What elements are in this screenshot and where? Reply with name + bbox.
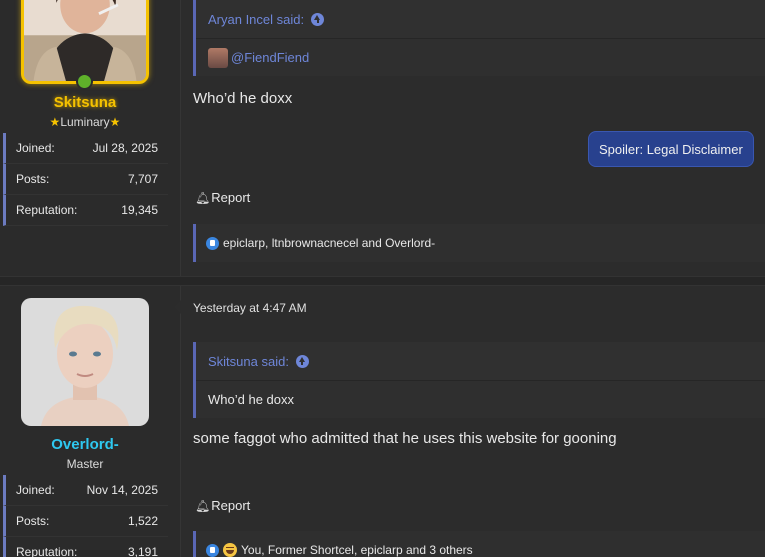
jump-to-quote-icon[interactable] [295, 354, 309, 368]
star-icon: ★ [109, 115, 121, 129]
reactions-text[interactable]: You, Former Shortcel, epiclarp and 3 oth… [241, 543, 473, 557]
quote-header[interactable]: Aryan Incel said: [196, 0, 765, 38]
message-content: Yesterday at 4:47 AM Skitsuna said: Who’… [174, 286, 765, 557]
report-link[interactable]: 🔔︎ Report [195, 190, 250, 205]
quote-block: Aryan Incel said: @FiendFiend [193, 0, 765, 76]
stat-label: Joined: [16, 483, 55, 497]
laugh-reaction-icon [223, 543, 237, 557]
bell-icon: 🔔︎ [195, 190, 211, 205]
avatar[interactable] [21, 298, 149, 426]
user-info-panel: Skitsuna ★Luminary★ Joined: Jul 28, 2025… [0, 0, 181, 276]
message-text: Who’d he doxx [193, 90, 293, 107]
quote-header[interactable]: Skitsuna said: [196, 342, 765, 380]
stat-reputation: Reputation: 19,345 [3, 195, 168, 226]
post-separator [0, 276, 765, 286]
star-icon: ★ [49, 115, 61, 129]
stat-posts: Posts: 7,707 [3, 164, 168, 195]
user-stats: Joined: Nov 14, 2025 Posts: 1,522 Reputa… [3, 475, 168, 557]
bell-icon: 🔔︎ [195, 498, 211, 513]
post-overlord: Overlord- Master Joined: Nov 14, 2025 Po… [0, 286, 765, 557]
quote-block: Skitsuna said: Who’d he doxx [193, 342, 765, 418]
user-info-panel: Overlord- Master Joined: Nov 14, 2025 Po… [0, 286, 181, 557]
username[interactable]: Overlord- [0, 436, 170, 453]
stat-value: 19,345 [121, 203, 158, 217]
message-content: Aryan Incel said: @FiendFiend Who’d he d… [181, 0, 765, 276]
stat-label: Posts: [16, 514, 50, 528]
spoiler-button[interactable]: Spoiler: Legal Disclaimer [588, 131, 754, 167]
stat-reputation: Reputation: 3,191 [3, 537, 168, 557]
like-reaction-icon [206, 236, 219, 250]
post-skitsuna: Skitsuna ★Luminary★ Joined: Jul 28, 2025… [0, 0, 765, 276]
avatar[interactable] [21, 0, 149, 84]
report-label[interactable]: Report [211, 190, 250, 205]
report-link[interactable]: 🔔︎ Report [195, 498, 250, 513]
stat-value: 1,522 [127, 514, 158, 528]
user-mention-link[interactable]: @FiendFiend [231, 50, 309, 65]
user-title-text: Luminary [60, 115, 110, 129]
stat-label: Reputation: [16, 203, 78, 217]
like-reaction-icon [206, 543, 219, 557]
avatar-image [21, 298, 149, 426]
stat-joined: Joined: Jul 28, 2025 [3, 133, 168, 164]
reactions-bar[interactable]: You, Former Shortcel, epiclarp and 3 oth… [193, 531, 765, 557]
stat-posts: Posts: 1,522 [3, 506, 168, 537]
stat-value: 7,707 [127, 172, 158, 186]
quote-content: Who’d he doxx [196, 380, 765, 418]
quote-author[interactable]: Aryan Incel said: [208, 12, 304, 27]
post-timestamp[interactable]: Yesterday at 4:47 AM [193, 301, 307, 315]
mention-avatar [208, 47, 228, 68]
stat-label: Joined: [16, 141, 55, 155]
user-title: Master [66, 457, 104, 471]
avatar-image [24, 0, 146, 81]
stat-label: Posts: [16, 172, 50, 186]
stat-value: Nov 14, 2025 [86, 483, 158, 497]
quote-author[interactable]: Skitsuna said: [208, 354, 289, 369]
stat-joined: Joined: Nov 14, 2025 [3, 475, 168, 506]
report-label[interactable]: Report [211, 498, 250, 513]
user-title: ★Luminary★ [0, 115, 170, 129]
reactions-text[interactable]: epiclarp, ltnbrownacnecel and Overlord- [223, 236, 435, 250]
reactions-bar[interactable]: epiclarp, ltnbrownacnecel and Overlord- [193, 224, 765, 262]
stat-label: Reputation: [16, 545, 78, 557]
message-text: some faggot who admitted that he uses th… [193, 430, 617, 447]
stat-value: Jul 28, 2025 [92, 141, 158, 155]
username[interactable]: Skitsuna [0, 94, 170, 111]
stat-value: 3,191 [127, 545, 158, 557]
jump-to-quote-icon[interactable] [311, 12, 325, 26]
user-stats: Joined: Jul 28, 2025 Posts: 7,707 Reputa… [3, 133, 168, 226]
quote-content: @FiendFiend [196, 38, 765, 76]
message-arrow [174, 300, 181, 314]
online-status-indicator [76, 73, 93, 90]
